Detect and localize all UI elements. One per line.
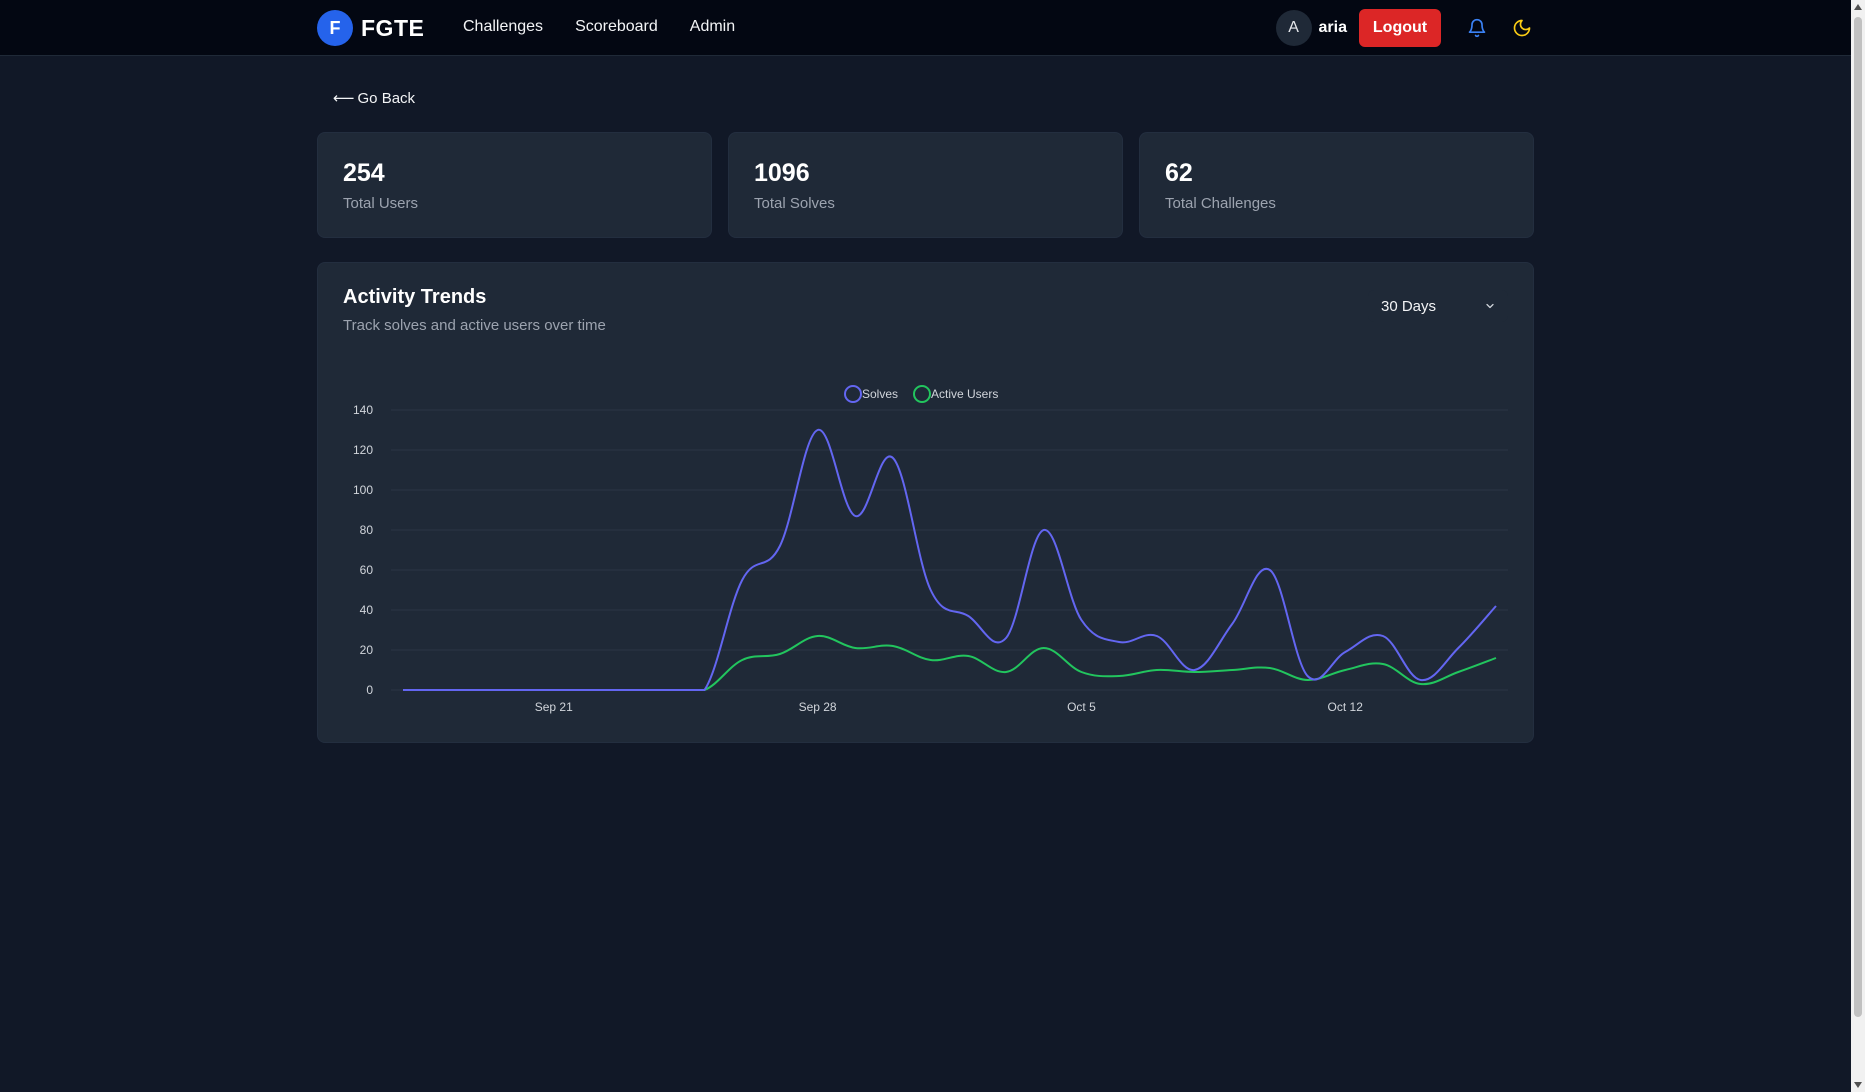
- stat-card-challenges: 62 Total Challenges: [1139, 132, 1534, 238]
- time-range-select[interactable]: 30 Days: [1368, 290, 1508, 322]
- y-tick-label: 60: [360, 563, 374, 577]
- back-arrow-icon: ⟵: [333, 90, 355, 107]
- username: aria: [1318, 19, 1347, 36]
- stat-value: 62: [1165, 159, 1193, 187]
- x-tick-label: Sep 21: [535, 700, 573, 714]
- avatar[interactable]: A: [1275, 10, 1312, 46]
- chart-subtitle: Track solves and active users over time: [343, 317, 606, 334]
- x-tick-label: Sep 28: [799, 700, 837, 714]
- brand-logo[interactable]: F: [317, 10, 353, 46]
- x-tick-label: Oct 12: [1328, 700, 1364, 714]
- y-tick-label: 120: [353, 443, 373, 457]
- stat-card-solves: 1096 Total Solves: [728, 132, 1123, 238]
- stat-value: 254: [343, 159, 385, 187]
- scroll-thumb[interactable]: [1854, 17, 1862, 1017]
- activity-trends-card: 0 20 40 60 80 100 120 140 Sep 21 Sep 28 Oct 5 Oct 1…: [317, 262, 1534, 743]
- nav-link-challenges[interactable]: Challenges: [463, 18, 543, 36]
- y-tick-label: 100: [353, 483, 373, 497]
- legend-item-active-users[interactable]: Active Users: [931, 387, 998, 401]
- stat-label: Total Users: [343, 195, 419, 212]
- stat-label: Total Challenges: [1165, 195, 1276, 212]
- legend-marker: [844, 385, 862, 403]
- go-back-link[interactable]: ⟵ Go Back: [333, 89, 416, 108]
- nav-link-scoreboard[interactable]: Scoreboard: [575, 18, 658, 36]
- moon-icon[interactable]: [1510, 16, 1534, 40]
- y-tick-label: 20: [360, 643, 374, 657]
- stat-label: Total Solves: [754, 195, 835, 212]
- stat-value: 1096: [754, 159, 810, 187]
- chevron-down-icon: [1484, 299, 1496, 316]
- legend-marker: [913, 385, 931, 403]
- go-back-label: Go Back: [357, 89, 416, 107]
- navbar-inner: F FGTE Challenges Scoreboard Admin A ari…: [317, 0, 1534, 56]
- scroll-up-arrow-icon[interactable]: [1854, 4, 1862, 10]
- time-range-value: 30 Days: [1381, 297, 1437, 315]
- brand-name[interactable]: FGTE: [361, 15, 424, 42]
- brand[interactable]: F FGTE: [317, 10, 424, 46]
- nav-links: Challenges Scoreboard Admin: [463, 18, 735, 36]
- logout-button[interactable]: Logout: [1359, 9, 1441, 47]
- top-navbar: F FGTE Challenges Scoreboard Admin A ari…: [0, 0, 1851, 56]
- activity-chart: 0 20 40 60 80 100 120 140 Sep 21 Sep 28 Oct 5 Oct 1…: [353, 385, 1508, 714]
- y-tick-label: 140: [353, 403, 373, 417]
- chart-title: Activity Trends: [343, 286, 487, 308]
- page-scrollbar[interactable]: [1851, 0, 1865, 1092]
- x-tick-label: Oct 5: [1067, 700, 1096, 714]
- scroll-down-arrow-icon[interactable]: [1854, 1082, 1862, 1088]
- nav-user-area: A aria Logout: [1275, 9, 1534, 47]
- legend-item-solves[interactable]: Solves: [862, 387, 898, 401]
- y-tick-label: 40: [360, 603, 374, 617]
- y-tick-label: 80: [360, 523, 374, 537]
- bell-icon[interactable]: [1465, 16, 1489, 40]
- y-tick-label: 0: [366, 683, 373, 697]
- nav-link-admin[interactable]: Admin: [690, 18, 735, 36]
- stat-card-users: 254 Total Users: [317, 132, 712, 238]
- active-users-series-line: [403, 634, 1497, 691]
- solves-series-line: [403, 429, 1497, 691]
